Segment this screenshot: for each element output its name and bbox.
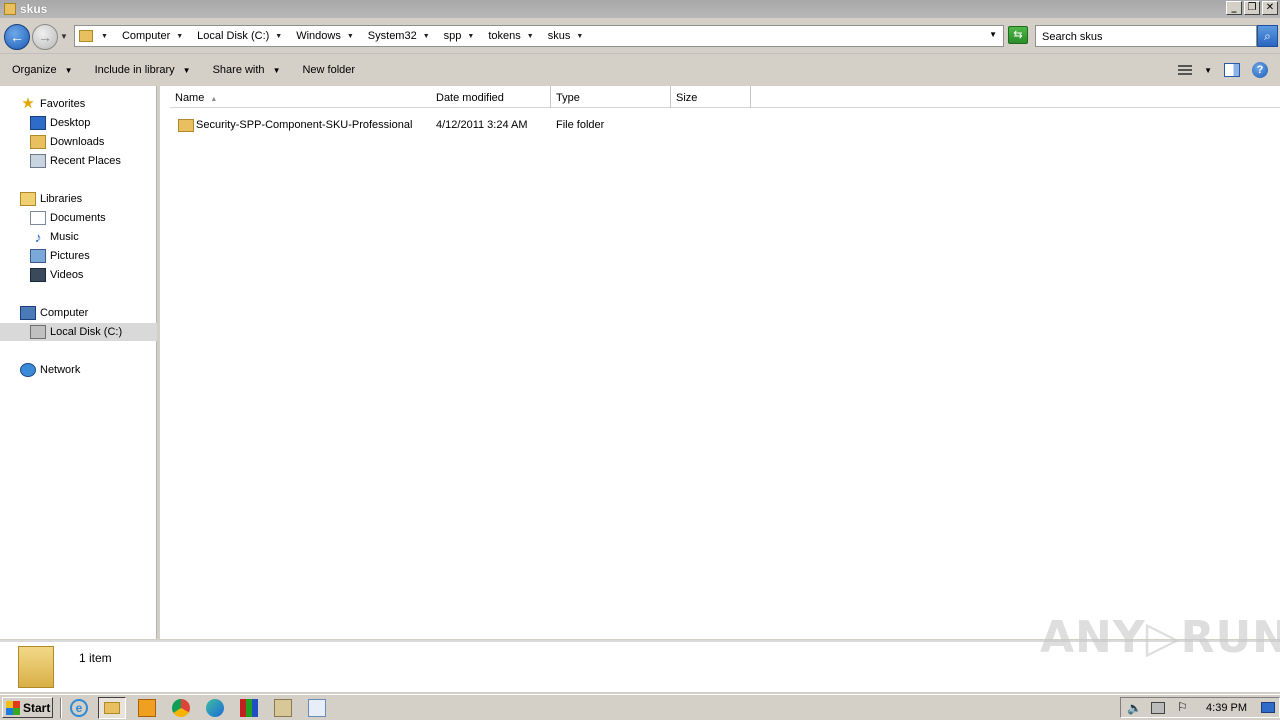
system-tray: 🔈 ⚐ 4:39 PM xyxy=(1120,697,1280,718)
network-icon xyxy=(20,363,36,377)
documents-icon xyxy=(30,211,46,225)
view-options-dropdown-icon[interactable]: ▼ xyxy=(1204,66,1212,75)
share-with-button[interactable]: Share with ▼ xyxy=(213,64,281,76)
sidebar-item-music[interactable]: ♪ Music xyxy=(30,228,79,246)
breadcrumb-item[interactable]: Local Disk (C:) ▼ xyxy=(197,30,288,42)
item-count: 1 item xyxy=(79,651,112,665)
file-type: File folder xyxy=(556,119,605,131)
preview-pane-icon[interactable] xyxy=(1224,63,1240,77)
breadcrumb-item[interactable]: Computer ▼ xyxy=(122,30,189,42)
action-center-flag-icon[interactable]: ⚐ xyxy=(1177,700,1188,714)
help-icon[interactable]: ? xyxy=(1252,62,1268,78)
minimize-button[interactable]: _ xyxy=(1226,1,1242,15)
refresh-button[interactable]: ⇆ xyxy=(1008,26,1028,44)
computer-icon xyxy=(20,306,36,320)
folder-icon xyxy=(178,119,194,132)
clock[interactable]: 4:39 PM xyxy=(1206,702,1247,714)
column-header-type[interactable]: Type xyxy=(551,86,671,108)
chrome-icon[interactable] xyxy=(172,699,190,717)
taskbar: Start e 🔈 ⚐ 4:39 PM xyxy=(0,694,1280,720)
new-folder-button[interactable]: New folder xyxy=(302,64,355,76)
disk-drive-icon xyxy=(30,325,46,339)
search-icon[interactable]: ⌕ xyxy=(1257,25,1278,47)
breadcrumb-item[interactable]: skus ▼ xyxy=(548,30,590,42)
volume-icon[interactable]: 🔈 xyxy=(1127,701,1142,715)
windows-logo-icon xyxy=(6,700,20,715)
address-bar[interactable]: ▼ Computer ▼ Local Disk (C:) ▼ Windows ▼ Sy… xyxy=(74,25,1004,47)
downloads-icon xyxy=(30,135,46,149)
sidebar-item-local-disk[interactable]: Local Disk (C:) xyxy=(0,323,157,341)
breadcrumb-item[interactable]: Windows ▼ xyxy=(296,30,360,42)
restore-button[interactable]: ❐ xyxy=(1244,1,1260,15)
column-header-filler xyxy=(751,86,1280,108)
sidebar-item-network[interactable]: Network xyxy=(20,361,80,379)
sidebar-item-pictures[interactable]: Pictures xyxy=(30,247,90,265)
sort-ascending-icon: ▲ xyxy=(210,96,218,103)
window-title: skus xyxy=(20,2,48,16)
recent-places-icon xyxy=(30,154,46,168)
address-history-dropdown-icon[interactable]: ▼ xyxy=(989,30,997,39)
file-name[interactable]: Security-SPP-Component-SKU-Professional xyxy=(196,119,412,131)
recent-pages-dropdown-icon[interactable]: ▼ xyxy=(60,32,68,41)
sidebar-item-recent-places[interactable]: Recent Places xyxy=(30,152,121,170)
folder-icon xyxy=(18,646,54,688)
folder-icon xyxy=(104,702,120,714)
breadcrumb-item[interactable]: tokens ▼ xyxy=(488,30,539,42)
file-date-modified: 4/12/2011 3:24 AM xyxy=(436,119,528,131)
archive-tool-icon[interactable] xyxy=(274,699,292,717)
column-header-size[interactable]: Size xyxy=(671,86,751,108)
show-desktop-icon[interactable] xyxy=(1261,702,1275,713)
sidebar-item-documents[interactable]: Documents xyxy=(30,209,106,227)
folder-icon xyxy=(79,30,93,42)
winrar-icon[interactable] xyxy=(240,699,258,717)
watermark-logo: ANY▷RUN xyxy=(1040,612,1280,663)
forward-button[interactable]: → xyxy=(32,24,58,50)
close-button[interactable]: ✕ xyxy=(1262,1,1278,15)
libraries-icon xyxy=(20,192,36,206)
navigation-pane: ★ Favorites Desktop Downloads Recent Plac… xyxy=(0,86,157,639)
sidebar-item-computer[interactable]: Computer xyxy=(20,304,88,322)
network-status-icon[interactable] xyxy=(1151,702,1165,714)
details-pane: 1 item ANY▷RUN xyxy=(0,612,1280,692)
start-button[interactable]: Start xyxy=(2,697,53,718)
pictures-icon xyxy=(30,249,46,263)
media-player-icon[interactable] xyxy=(138,699,156,717)
organize-button[interactable]: Organize ▼ xyxy=(12,64,73,76)
sidebar-item-desktop[interactable]: Desktop xyxy=(30,114,90,132)
breadcrumb-item[interactable]: System32 ▼ xyxy=(368,30,436,42)
folder-icon xyxy=(4,3,16,15)
sidebar-item-libraries[interactable]: Libraries xyxy=(20,190,82,208)
command-toolbar: Organize ▼ Include in library ▼ Share with… xyxy=(0,55,1280,85)
internet-explorer-icon[interactable]: e xyxy=(70,699,88,717)
back-button[interactable]: ← xyxy=(4,24,30,50)
change-view-icon[interactable] xyxy=(1178,65,1193,75)
file-list: Name ▲ Date modified Type Size Security-S… xyxy=(160,86,1280,639)
edge-icon[interactable] xyxy=(206,699,224,717)
explorer-taskbar-button[interactable] xyxy=(98,697,126,719)
sidebar-item-videos[interactable]: Videos xyxy=(30,266,83,284)
breadcrumb-item[interactable]: spp ▼ xyxy=(444,30,481,42)
breadcrumb-root-arrow[interactable]: ▼ xyxy=(101,33,114,40)
title-bar: skus _ ❐ ✕ xyxy=(0,0,1280,18)
navigation-bar: ← → ▼ ▼ Computer ▼ Local Disk (C:) ▼ Windo… xyxy=(0,18,1280,54)
music-icon: ♪ xyxy=(34,229,42,245)
desktop-icon xyxy=(30,116,46,130)
include-in-library-button[interactable]: Include in library ▼ xyxy=(95,64,191,76)
videos-icon xyxy=(30,268,46,282)
sidebar-item-favorites[interactable]: ★ Favorites xyxy=(20,95,85,113)
column-header-date-modified[interactable]: Date modified xyxy=(431,86,551,108)
column-header-name[interactable]: Name ▲ xyxy=(170,86,432,108)
star-icon: ★ xyxy=(21,95,35,112)
notepad-icon[interactable] xyxy=(308,699,326,717)
sidebar-item-downloads[interactable]: Downloads xyxy=(30,133,104,151)
taskbar-separator xyxy=(60,698,62,718)
search-input[interactable]: Search skus xyxy=(1035,25,1257,47)
table-row[interactable]: Security-SPP-Component-SKU-Professional … xyxy=(160,116,760,136)
